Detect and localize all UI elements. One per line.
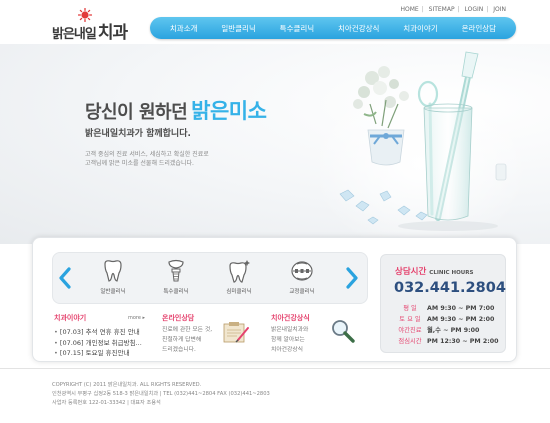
news-item[interactable]: [07.06] 개인정보 취급방침... [54, 338, 142, 349]
knowledge-line: 치아건강상식 [271, 347, 303, 353]
hours-day: 토 요 일 [399, 316, 421, 323]
separator: | [421, 6, 424, 13]
address: 인천광역시 부평구 십정2동 518-3 밝은내일치과 | TEL (032)4… [52, 391, 270, 397]
hero-banner: 당신이 원하던 밝은미소 밝은내일치과가 함께합니다. 고객 중심의 진료 서비스… [0, 44, 550, 244]
service-label: 일반클리닉 [100, 289, 126, 295]
knowledge-line: 밝은내일치과와 [271, 327, 309, 333]
service-slider: 일반클리닉 특수클리닉 심미클리닉 교정클리닉 [52, 252, 368, 304]
nav-item-online-consult[interactable]: 온라인상담 [462, 23, 497, 34]
service-item-general[interactable]: 일반클리닉 [93, 259, 133, 295]
hours-row: 점심시간 PM 12:30 ~ PM 2:00 [395, 336, 499, 345]
chevron-right-icon[interactable] [345, 266, 359, 290]
util-link-sitemap[interactable]: SITEMAP [429, 6, 455, 13]
news-item[interactable]: [07.15] 토요일 휴진안내 [54, 348, 142, 359]
tooth-icon [104, 260, 122, 282]
consult-description: 진료에 관한 모든 것, 친절하게 답변해 드리겠습니다. [162, 325, 212, 355]
util-link-home[interactable]: HOME [400, 6, 418, 13]
hero-title: 당신이 원하던 밝은미소 [85, 95, 267, 125]
magnifier-icon[interactable] [330, 318, 356, 344]
util-link-login[interactable]: LOGIN [465, 6, 484, 13]
hours-time: AM 9:30 ~ PM 7:00 [427, 305, 495, 312]
footer: COPYRIGHT (C) 2011 밝은내일치과. ALL RIGHTS RE… [52, 381, 270, 408]
nav-item-about[interactable]: 치과소개 [170, 23, 198, 34]
service-label: 교정클리닉 [289, 289, 315, 295]
footer-divider [0, 368, 550, 369]
main-nav: 치과소개 일반클리닉 특수클리닉 치아건강상식 치과이야기 온라인상담 [150, 17, 516, 39]
clinic-hours-box: 상담시간 CLINIC HOURS 032.441.2804 평 일 AM 9:30… [380, 254, 506, 353]
consult-line: 진료에 관한 모든 것, [162, 327, 213, 333]
hours-row: 토 요 일 AM 9:30 ~ PM 2:00 [395, 314, 494, 323]
hours-time: 월,수 ~ PM 9:00 [427, 327, 480, 334]
toothbrush-glass-illustration [320, 51, 530, 244]
clinic-hours-title-en: CLINIC HOURS [429, 270, 474, 276]
nav-item-general-clinic[interactable]: 일반클리닉 [221, 23, 256, 34]
hours-day: 평 일 [403, 305, 417, 312]
business-info: 사업자 등록번호 122-01-33342 | 대표자 조용석 [52, 400, 161, 406]
hero-subtitle: 밝은내일치과가 함께합니다. [85, 129, 191, 139]
service-item-special[interactable]: 특수클리닉 [156, 259, 196, 295]
knowledge-description: 밝은내일치과와 함께 알아보는 치아건강상식 [271, 325, 308, 355]
news-title: 치과이야기 [54, 314, 87, 322]
consult-line: 친절하게 답변해 [162, 337, 202, 343]
service-item-aesthetic[interactable]: 심미클리닉 [219, 259, 259, 295]
hours-day: 야간진료 [398, 327, 422, 334]
clinic-hours-title-ko: 상담시간 [395, 267, 427, 277]
hours-time: AM 9:30 ~ PM 2:00 [427, 316, 495, 323]
util-link-join[interactable]: JOIN [493, 6, 506, 13]
news-more-link[interactable]: more ▸ [128, 315, 145, 321]
phone-number: 032.441.2804 [394, 280, 506, 296]
nav-item-special-clinic[interactable]: 특수클리닉 [280, 23, 315, 34]
hours-row: 야간진료 월,수 ~ PM 9:00 [395, 325, 479, 334]
clipboard-pencil-icon[interactable] [222, 320, 250, 344]
hero-title-accent: 밝은미소 [191, 99, 267, 123]
copyright: COPYRIGHT (C) 2011 밝은내일치과. ALL RIGHTS RE… [52, 382, 202, 388]
hours-day: 점심시간 [398, 338, 422, 345]
service-item-ortho[interactable]: 교정클리닉 [282, 259, 322, 295]
knowledge-title[interactable]: 치아건강상식 [271, 313, 310, 323]
nav-item-dental-health[interactable]: 치아건강상식 [338, 23, 379, 34]
consult-title[interactable]: 온라인상담 [162, 313, 194, 323]
chevron-left-icon[interactable] [58, 266, 72, 290]
implant-icon [168, 259, 184, 282]
logo[interactable]: 밝은내일 치과 [52, 8, 132, 43]
logo-text-small: 밝은내일 [52, 27, 97, 42]
service-label: 특수클리닉 [163, 289, 189, 295]
utility-nav: HOME | SITEMAP | LOGIN | JOIN [400, 6, 506, 13]
logo-text-large: 치과 [97, 23, 128, 43]
consult-line: 드리겠습니다. [162, 347, 196, 353]
separator: | [486, 6, 489, 13]
knowledge-line: 함께 알아보는 [271, 337, 305, 343]
nav-item-clinic-story[interactable]: 치과이야기 [403, 23, 438, 34]
braces-icon [291, 261, 313, 281]
news-list: [07.03] 추석 연휴 휴진 안내 [07.06] 개인정보 취급방침...… [54, 327, 142, 359]
clinic-hours-title: 상담시간 CLINIC HOURS [395, 265, 473, 277]
logo-text: 밝은내일 치과 [52, 18, 128, 43]
service-label: 심미클리닉 [226, 289, 252, 295]
hero-description-line: 고객 중심의 진료 서비스, 세심하고 확실한 진료로 [85, 151, 209, 158]
hours-row: 평 일 AM 9:30 ~ PM 7:00 [395, 303, 494, 312]
hero-description-line: 고객님께 밝은 미소를 선물해 드리겠습니다. [85, 160, 194, 167]
hero-description: 고객 중심의 진료 서비스, 세심하고 확실한 진료로 고객님께 밝은 미소를 … [85, 150, 209, 168]
separator: | [457, 6, 460, 13]
news-item[interactable]: [07.03] 추석 연휴 휴진 안내 [54, 327, 142, 338]
hours-time: PM 12:30 ~ PM 2:00 [427, 338, 499, 345]
sparkling-tooth-icon [229, 260, 250, 283]
hero-title-text: 당신이 원하던 [85, 102, 188, 123]
